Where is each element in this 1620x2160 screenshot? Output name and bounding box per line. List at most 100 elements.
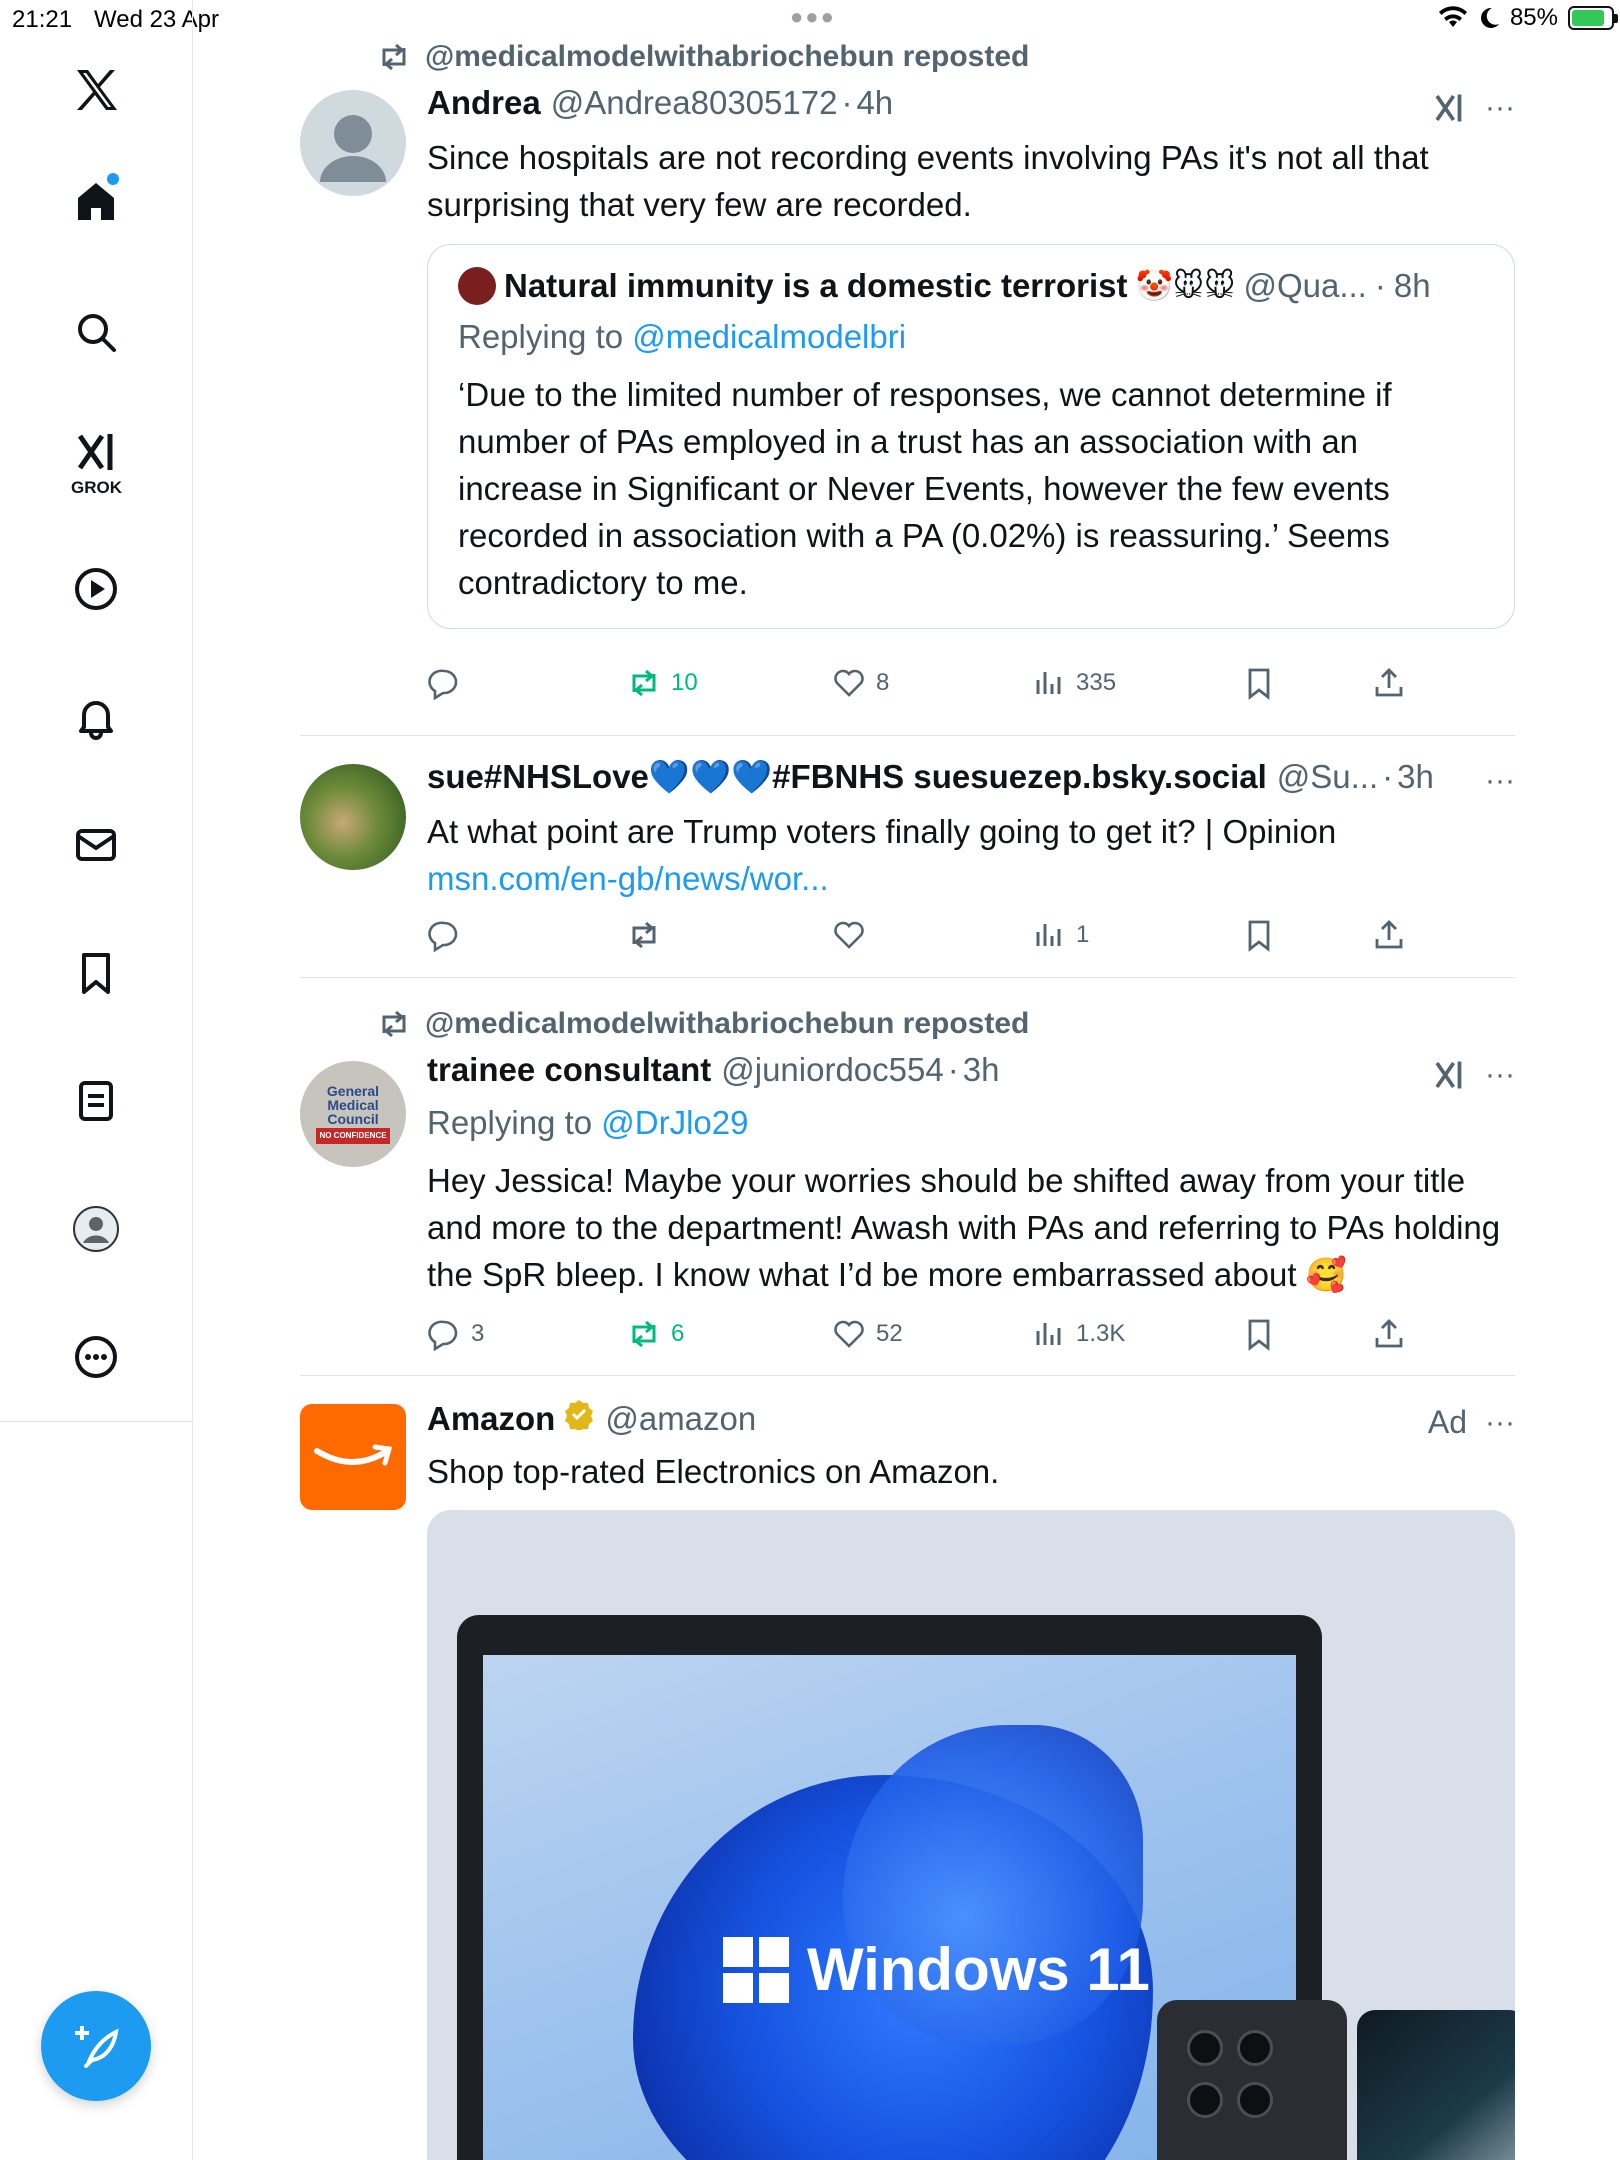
like-button[interactable]: 8 [832, 666, 889, 700]
handle[interactable]: @Su... [1277, 758, 1378, 796]
tweet-divider [300, 735, 1515, 736]
status-icons: 85% [1438, 4, 1618, 32]
bookmark-button[interactable] [1242, 918, 1276, 952]
share-icon [1375, 1319, 1403, 1348]
home-notification-dot [107, 173, 119, 185]
more-options-icon[interactable]: ··· [1485, 1058, 1515, 1092]
phone-screen-image [1357, 2010, 1515, 2160]
timestamp[interactable]: 3h [963, 1051, 1000, 1089]
replying-to-prefix: Replying to [458, 318, 624, 355]
home-icon[interactable] [62, 168, 130, 236]
display-name[interactable]: sue#NHSLove💙💙💙#FBNHS suesuezep.bsky.soci… [427, 758, 1267, 797]
battery-icon [1568, 6, 1618, 30]
grok-icon[interactable] [1431, 1057, 1467, 1093]
x-logo-icon[interactable] [62, 56, 130, 124]
bookmark-icon [1248, 1319, 1270, 1351]
repost-icon [382, 1010, 406, 1038]
tweet-actions: 10 8 335 [427, 666, 1515, 716]
like-button[interactable]: 52 [832, 1317, 903, 1351]
bookmark-button[interactable] [1242, 666, 1276, 700]
bookmark-icon [1248, 920, 1270, 952]
notifications-bell-icon[interactable] [62, 683, 130, 751]
reply-icon [428, 669, 458, 700]
views-chart-icon [1036, 672, 1061, 694]
share-button[interactable] [1372, 666, 1406, 700]
heart-icon [834, 669, 864, 697]
tweet-header: trainee consultant @juniordoc554 · 3h [427, 1051, 1000, 1089]
quoted-replying-to: Replying to @medicalmodelbri [458, 313, 1484, 360]
quoted-avatar[interactable] [458, 267, 496, 305]
repost-button[interactable]: 10 [627, 666, 698, 700]
compose-post-button[interactable] [41, 1991, 151, 2101]
repost-by-text: @medicalmodelwithabriochebun reposted [425, 1007, 1030, 1040]
handle[interactable]: @juniordoc554 [721, 1051, 943, 1089]
wifi-icon [1438, 6, 1467, 27]
display-name[interactable]: trainee consultant [427, 1051, 711, 1089]
avatar[interactable] [300, 90, 406, 196]
battery-percent: 85% [1509, 4, 1558, 31]
repost-button[interactable] [627, 918, 671, 952]
views-button[interactable]: 335 [1032, 666, 1116, 700]
views-button[interactable]: 1.3K [1032, 1317, 1125, 1351]
share-icon [1375, 920, 1403, 949]
grok-icon[interactable] [1431, 90, 1467, 126]
repost-by-text: @medicalmodelwithabriochebun reposted [425, 40, 1030, 73]
video-icon[interactable] [62, 555, 130, 623]
replying-to: Replying to @DrJlo29 [427, 1099, 1515, 1146]
more-options-icon[interactable]: ··· [1485, 1406, 1515, 1440]
avatar[interactable]: General Medical Council NO CONFIDENCE [300, 1061, 406, 1167]
grok-icon[interactable] [62, 418, 130, 486]
quoted-tweet[interactable]: Natural immunity is a domestic terrorist… [427, 244, 1515, 629]
multitasking-dots-icon[interactable]: ●●● [790, 4, 836, 30]
more-options-icon[interactable]: ··· [1485, 764, 1515, 798]
search-icon[interactable] [62, 298, 130, 366]
display-name[interactable]: Andrea [427, 84, 541, 122]
tweet-header-actions: ··· [1431, 90, 1515, 126]
tweet-link[interactable]: msn.com/en-gb/news/wor... [427, 855, 1515, 902]
repost-button[interactable]: 6 [627, 1317, 684, 1351]
windows-logo: Windows 11 [723, 1935, 1150, 2004]
bookmark-button[interactable] [1242, 1317, 1276, 1351]
more-options-icon[interactable]: ··· [1485, 91, 1515, 125]
timestamp[interactable]: 4h [856, 84, 893, 122]
avatar-text-general: General [326, 1083, 380, 1099]
status-bar: 21:21 Wed 23 Apr ●●● 85% [0, 0, 1620, 40]
quoted-tweet-text: ‘Due to the limited number of responses,… [458, 376, 1392, 601]
repost-icon [632, 1320, 656, 1348]
sidebar: GROK [0, 0, 193, 2160]
repost-icon [382, 43, 406, 71]
tweet-header: sue#NHSLove💙💙💙#FBNHS suesuezep.bsky.soci… [427, 758, 1434, 797]
share-button[interactable] [1372, 918, 1406, 952]
profile-avatar-icon[interactable] [62, 1195, 130, 1263]
tweet-divider [300, 1375, 1515, 1376]
repost-count: 6 [671, 1320, 685, 1347]
grok-label: GROK [71, 478, 122, 497]
handle[interactable]: @amazon [605, 1400, 756, 1438]
reply-button[interactable]: 3 [427, 1317, 484, 1351]
reply-button[interactable] [427, 918, 471, 952]
replying-to-handle[interactable]: @DrJlo29 [601, 1104, 748, 1141]
quoted-name-emojis: 🤡🐭🐭 [1135, 269, 1236, 303]
share-button[interactable] [1372, 1317, 1406, 1351]
repost-icon [632, 921, 656, 949]
amazon-logo-avatar[interactable] [300, 1404, 406, 1510]
avatar[interactable] [300, 764, 406, 870]
more-icon[interactable] [62, 1323, 130, 1391]
display-name[interactable]: Amazon [427, 1400, 555, 1438]
replying-to-handle[interactable]: @medicalmodelbri [632, 318, 906, 355]
tweet-actions: 1 [427, 918, 1515, 968]
like-count: 8 [876, 669, 890, 696]
timestamp[interactable]: 3h [1397, 758, 1434, 796]
bookmarks-icon[interactable] [62, 939, 130, 1007]
ad-media-image[interactable]: Windows 11 [427, 1510, 1515, 2160]
reply-icon [428, 1320, 458, 1351]
reply-button[interactable] [427, 666, 471, 700]
sidebar-divider [0, 1421, 193, 1422]
messages-envelope-icon[interactable] [62, 811, 130, 879]
tweet-header: Amazon @amazon [427, 1398, 1515, 1444]
lists-icon[interactable] [62, 1067, 130, 1135]
views-button[interactable]: 1 [1032, 918, 1089, 952]
like-button[interactable] [832, 918, 876, 952]
handle[interactable]: @Andrea80305172 [551, 84, 838, 122]
quoted-tweet-header: Natural immunity is a domestic terrorist… [458, 267, 1484, 305]
